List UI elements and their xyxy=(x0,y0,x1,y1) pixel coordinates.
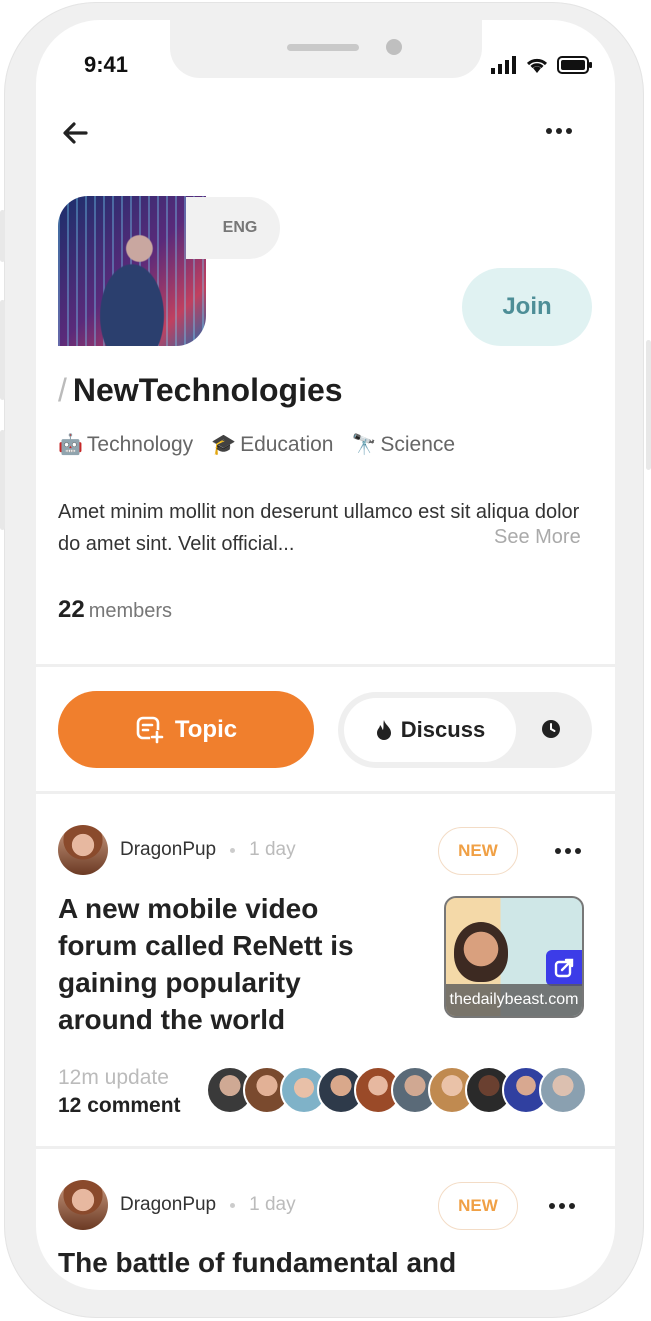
back-arrow-icon[interactable] xyxy=(60,118,90,148)
status-time: 9:41 xyxy=(84,52,129,77)
post-meta: DragonPup 1 day xyxy=(120,839,296,861)
see-more-link[interactable]: See More xyxy=(494,526,581,549)
discuss-label: Discuss xyxy=(400,717,486,742)
tag-education[interactable]: 🎓 Education xyxy=(211,432,333,457)
divider xyxy=(36,791,615,794)
clock-icon[interactable] xyxy=(540,718,562,740)
link-thumbnail[interactable]: thedailybeast.com xyxy=(444,896,584,1018)
participant-avatar xyxy=(539,1066,587,1114)
language-badge: ENG xyxy=(186,197,280,259)
participant-avatars[interactable] xyxy=(206,1066,587,1114)
app-screen: 9:41 ENG Join / NewTechnologies 🤖 Technolo… xyxy=(36,20,615,1290)
tag-label: Education xyxy=(240,432,334,456)
post-time: 1 day xyxy=(249,1194,296,1215)
new-topic-button[interactable]: Topic xyxy=(58,691,314,768)
community-avatar xyxy=(58,196,206,346)
external-link-icon xyxy=(546,950,582,986)
thumbnail-image xyxy=(454,922,508,982)
slash-icon: / xyxy=(58,372,67,408)
avatar[interactable] xyxy=(58,1180,108,1230)
battery-icon xyxy=(557,56,592,74)
divider xyxy=(36,664,615,667)
phone-volume-up xyxy=(0,300,5,400)
phone-power-button xyxy=(646,340,651,470)
new-badge: NEW xyxy=(438,1182,518,1230)
tag-label: Science xyxy=(380,432,456,456)
author-name[interactable]: DragonPup xyxy=(120,839,216,861)
community-title: / NewTechnologies xyxy=(58,372,343,409)
post-more-icon[interactable] xyxy=(549,1203,575,1209)
join-button[interactable]: Join xyxy=(462,268,592,346)
status-icons xyxy=(491,56,593,74)
phone-volume-down xyxy=(0,430,5,530)
front-camera xyxy=(386,39,402,55)
telescope-icon: 🔭 xyxy=(351,434,377,456)
meta-separator xyxy=(230,1202,236,1208)
comment-count[interactable]: 12 comment xyxy=(58,1094,181,1118)
tag-technology[interactable]: 🤖 Technology xyxy=(58,432,193,457)
phone-side-button xyxy=(0,210,5,262)
meta-separator xyxy=(230,847,236,853)
sort-discuss-tab[interactable]: Discuss xyxy=(344,698,516,762)
new-badge: NEW xyxy=(438,827,518,875)
post-title[interactable]: A new mobile video forum called ReNett i… xyxy=(58,890,398,1038)
topic-label: Topic xyxy=(174,715,238,743)
signal-icon xyxy=(491,56,516,74)
post-meta: DragonPup 1 day xyxy=(120,1194,296,1216)
author-name[interactable]: DragonPup xyxy=(120,1194,216,1216)
wifi-icon xyxy=(526,58,548,73)
member-label: members xyxy=(88,600,173,622)
thumbnail-domain: thedailybeast.com xyxy=(446,984,582,1016)
update-time: 12m update xyxy=(58,1066,169,1089)
more-options-icon[interactable] xyxy=(546,128,572,134)
add-topic-icon xyxy=(136,716,164,744)
notch xyxy=(170,20,482,78)
tag-label: Technology xyxy=(86,432,194,456)
sort-toggle: Discuss xyxy=(338,692,592,768)
tag-science[interactable]: 🔭 Science xyxy=(351,432,455,457)
post-time: 1 day xyxy=(249,839,296,860)
member-number: 22 xyxy=(58,596,85,623)
community-name: NewTechnologies xyxy=(72,372,343,408)
robot-icon: 🤖 xyxy=(58,434,83,456)
graduation-cap-icon: 🎓 xyxy=(211,434,237,456)
post-more-icon[interactable] xyxy=(555,848,581,854)
divider xyxy=(36,1146,615,1149)
avatar[interactable] xyxy=(58,825,108,875)
speaker xyxy=(287,44,359,51)
post-title[interactable]: The battle of fundamental and xyxy=(58,1244,598,1281)
member-count: 22 members xyxy=(58,596,172,624)
flame-icon xyxy=(376,720,391,740)
category-tags: 🤖 Technology 🎓 Education 🔭 Science xyxy=(58,432,455,457)
